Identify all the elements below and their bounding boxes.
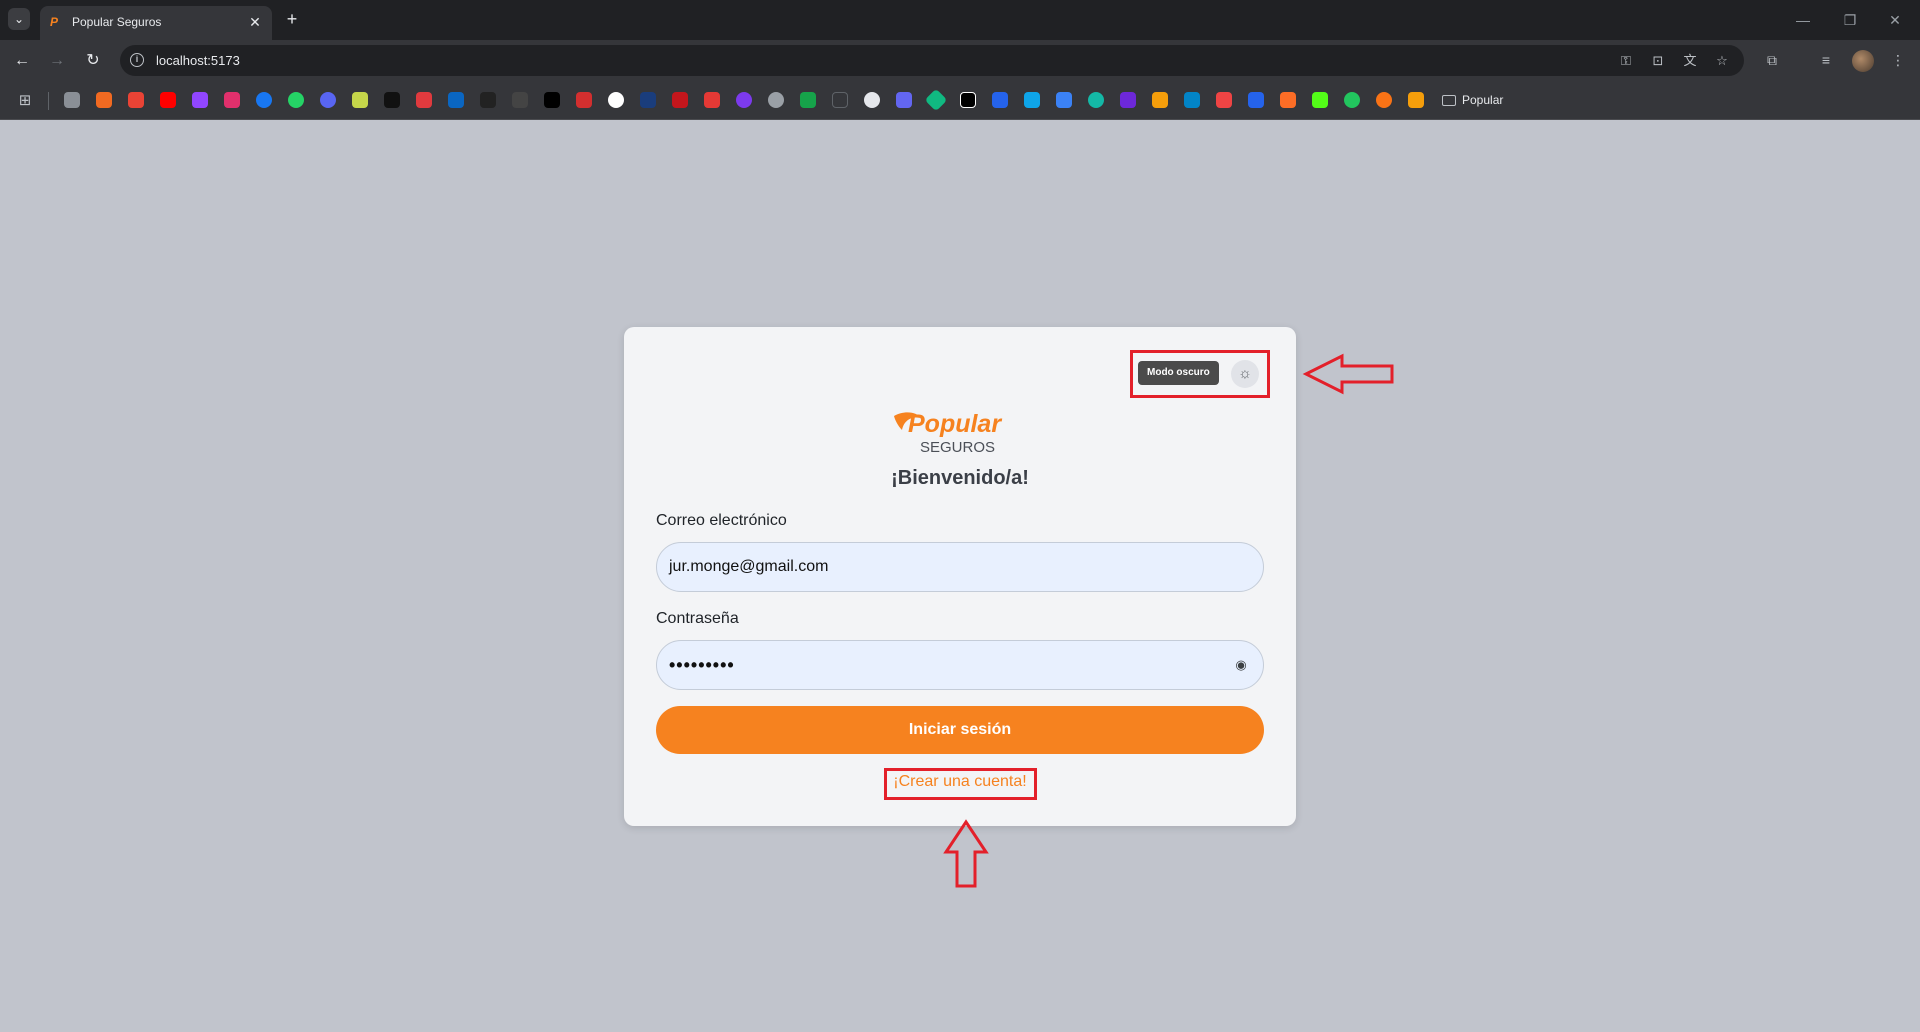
password-field[interactable]: ••••••••• ◉ <box>656 640 1264 690</box>
install-app-icon[interactable]: ⊡ <box>1648 51 1668 71</box>
login-button[interactable]: Iniciar sesión <box>656 706 1264 754</box>
minimize-icon[interactable]: — <box>1793 10 1813 30</box>
bookmark-icon[interactable] <box>1216 92 1232 108</box>
bookmark-icon[interactable] <box>320 92 336 108</box>
email-field[interactable]: jur.monge@gmail.com <box>656 542 1264 592</box>
annotation-arrow-left <box>1302 353 1394 395</box>
email-label: Correo electrónico <box>656 512 787 529</box>
bookmark-icon[interactable] <box>736 92 752 108</box>
bookmark-icon[interactable] <box>512 92 528 108</box>
bookmark-star-icon[interactable]: ☆ <box>1712 51 1732 71</box>
bookmark-icon[interactable] <box>64 92 80 108</box>
tab-search-icon[interactable]: ⌄ <box>8 8 30 30</box>
reading-list-icon[interactable]: ≡ <box>1816 50 1836 70</box>
logo-sub-text: SEGUROS <box>920 439 995 456</box>
profile-avatar[interactable] <box>1852 50 1874 72</box>
bookmark-icon[interactable] <box>480 92 496 108</box>
browser-tab[interactable]: P Popular Seguros ✕ <box>40 6 272 40</box>
bookmarks-divider <box>48 92 49 110</box>
bookmark-folder[interactable]: Popular <box>1442 90 1503 110</box>
bookmark-icon[interactable] <box>1152 92 1168 108</box>
bookmark-icon[interactable] <box>924 88 948 112</box>
bookmark-icon[interactable] <box>672 92 688 108</box>
popular-favicon-icon: P <box>50 15 59 29</box>
bookmark-folder-label: Popular <box>1462 93 1504 107</box>
bookmark-icon[interactable] <box>1024 92 1040 108</box>
bookmark-icon[interactable] <box>1120 92 1136 108</box>
site-info-icon[interactable]: i <box>130 53 144 67</box>
x-twitter-icon[interactable] <box>544 92 560 108</box>
folder-icon <box>1442 94 1456 106</box>
address-bar[interactable]: i localhost:5173 ⚿ ⊡ 文 ☆ <box>120 45 1744 76</box>
bookmark-icon[interactable] <box>1312 92 1328 108</box>
back-icon[interactable]: ← <box>11 50 33 72</box>
extensions-icon[interactable]: ⧉ <box>1762 50 1782 70</box>
reload-icon[interactable]: ↻ <box>82 50 104 72</box>
annotation-box-create <box>884 768 1037 800</box>
restore-icon[interactable]: ❐ <box>1840 10 1860 30</box>
facebook-icon[interactable] <box>256 92 272 108</box>
new-tab-icon[interactable]: + <box>282 9 302 29</box>
bookmark-icon[interactable] <box>864 92 880 108</box>
login-card: Modo oscuro ☼ Popular SEGUROS ¡Bienvenid… <box>624 327 1296 826</box>
close-tab-icon[interactable]: ✕ <box>246 13 264 31</box>
gmail-icon[interactable] <box>128 92 144 108</box>
bookmark-icon[interactable] <box>1408 92 1424 108</box>
globe-icon[interactable] <box>768 92 784 108</box>
bookmark-icon[interactable] <box>1056 92 1072 108</box>
bookmark-icon[interactable] <box>1248 92 1264 108</box>
gitlab-icon[interactable] <box>1280 92 1296 108</box>
bookmark-icon[interactable] <box>832 92 848 108</box>
forward-icon[interactable]: → <box>46 50 68 72</box>
logo-brand-text: Popular <box>908 410 1002 438</box>
tab-title: Popular Seguros <box>72 15 162 29</box>
linkedin-icon[interactable] <box>448 92 464 108</box>
github-icon[interactable] <box>608 92 624 108</box>
close-window-icon[interactable]: ✕ <box>1885 10 1905 30</box>
apps-grid-icon[interactable]: ⊞ <box>16 92 34 110</box>
translate-icon[interactable]: 文 <box>1680 51 1700 71</box>
bookmark-icon[interactable] <box>640 92 656 108</box>
instagram-icon[interactable] <box>224 92 240 108</box>
bookmark-icon[interactable] <box>992 92 1008 108</box>
popular-seguros-logo: Popular SEGUROS <box>894 410 1002 456</box>
bookmark-icon[interactable] <box>416 92 432 108</box>
bookmark-icon[interactable] <box>384 92 400 108</box>
bookmark-icon[interactable] <box>1376 92 1392 108</box>
bookmark-icon[interactable] <box>800 92 816 108</box>
youtube-icon[interactable] <box>160 92 176 108</box>
bookmarks-bar: ⊞ Popular <box>0 80 1920 120</box>
eye-icon[interactable]: ◉ <box>1233 657 1249 673</box>
password-label: Contraseña <box>656 610 739 627</box>
annotation-arrow-up <box>943 819 989 888</box>
address-url[interactable]: localhost:5173 <box>156 53 240 68</box>
browser-toolbar: ← → ↻ i localhost:5173 ⚿ ⊡ 文 ☆ ⧉ ≡ ⋮ <box>0 40 1920 80</box>
bookmark-icon[interactable] <box>896 92 912 108</box>
annotation-box-theme <box>1130 350 1270 398</box>
browser-tab-bar: ⌄ P Popular Seguros ✕ + — ❐ ✕ <box>0 0 1920 40</box>
password-key-icon[interactable]: ⚿ <box>1616 51 1636 71</box>
whatsapp-icon[interactable] <box>288 92 304 108</box>
bookmark-icon[interactable] <box>704 92 720 108</box>
bookmark-icon[interactable] <box>1344 92 1360 108</box>
bookmark-icon[interactable] <box>960 92 976 108</box>
bookmark-icon[interactable] <box>352 92 368 108</box>
bookmark-icon[interactable] <box>96 92 112 108</box>
browser-menu-icon[interactable]: ⋮ <box>1888 50 1908 70</box>
password-value: ••••••••• <box>669 655 735 675</box>
bookmark-icon[interactable] <box>1184 92 1200 108</box>
welcome-heading: ¡Bienvenido/a! <box>891 467 1029 489</box>
bookmark-icon[interactable] <box>576 92 592 108</box>
twitch-icon[interactable] <box>192 92 208 108</box>
bookmark-icon[interactable] <box>1088 92 1104 108</box>
